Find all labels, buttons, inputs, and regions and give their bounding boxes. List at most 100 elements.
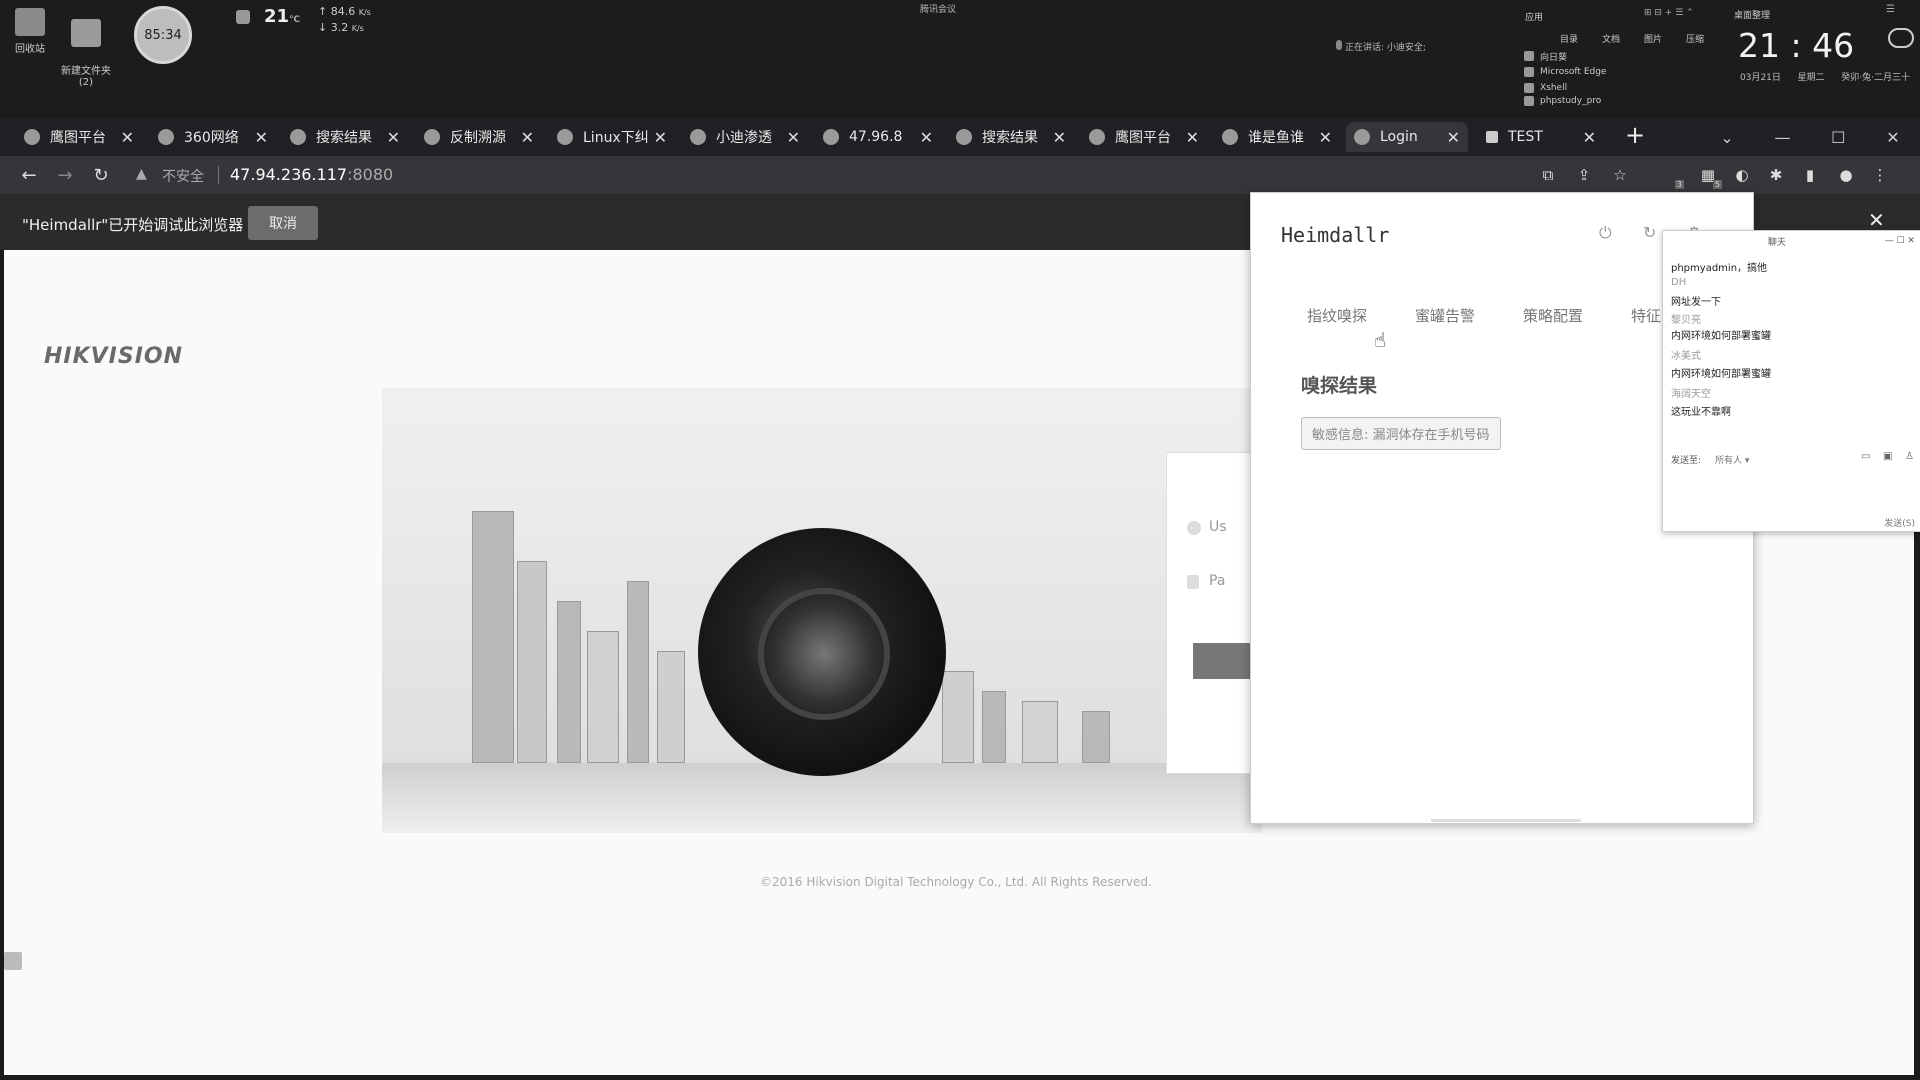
tab-honeypot-alert[interactable]: 蜜罐告警 <box>1415 305 1475 326</box>
meeting-app-title: 腾讯会议 <box>920 5 957 15</box>
chat-window-controls[interactable]: — ☐ ✕ <box>1885 236 1915 246</box>
tab-policy-config[interactable]: 策略配置 <box>1523 305 1583 326</box>
close-icon[interactable]: ✕ <box>1868 208 1885 232</box>
tab-label: 反制溯源 <box>450 130 506 146</box>
close-icon[interactable]: ✕ <box>521 128 534 147</box>
apps-category[interactable]: 图片 <box>1644 32 1662 45</box>
globe-icon <box>158 129 174 145</box>
url-field[interactable]: 47.94.236.117:8080 <box>230 165 393 184</box>
close-icon[interactable]: ✕ <box>1186 128 1199 147</box>
side-panel-icon[interactable]: ▮ <box>1800 165 1820 185</box>
desktop-organizer-menu-icon[interactable]: ☰ <box>1886 4 1895 15</box>
close-icon[interactable]: ✕ <box>1447 128 1460 147</box>
close-icon[interactable]: ✕ <box>121 128 134 147</box>
warning-icon[interactable]: ▲ <box>136 166 147 182</box>
extension-heimdallr-icon[interactable]: ▦ 5 <box>1698 165 1722 189</box>
close-icon[interactable]: ✕ <box>1053 128 1066 147</box>
browser-tab[interactable]: 360网络 ✕ <box>158 122 268 152</box>
password-input[interactable]: Pa <box>1209 573 1225 589</box>
new-folder-shortcut[interactable]: 新建文件夹 (2) <box>56 8 116 99</box>
cancel-debug-button[interactable]: 取消 <box>248 206 318 240</box>
browser-tab[interactable]: 搜索结果 ✕ <box>290 122 400 152</box>
recent-app-item[interactable]: Xshell <box>1524 80 1606 96</box>
close-icon[interactable]: ✕ <box>255 128 268 147</box>
browser-tab[interactable]: TEST ✕ <box>1486 122 1596 152</box>
user-icon <box>1187 521 1201 535</box>
close-icon[interactable]: ✕ <box>787 128 800 147</box>
date-label: 03月21日 <box>1740 73 1781 83</box>
tab-fingerprint-sniff[interactable]: 指纹嗅探 <box>1307 305 1367 326</box>
send-to-select[interactable]: 所有人 ▾ <box>1715 453 1749 466</box>
tab-search-chevron-icon[interactable]: ⌄ <box>1720 128 1733 147</box>
recent-app-item[interactable]: phpstudy_pro <box>1524 96 1606 106</box>
globe-icon <box>823 129 839 145</box>
power-icon[interactable]: ⏻ <box>1599 223 1612 243</box>
recycle-bin-shortcut[interactable]: 回收站 <box>0 8 60 55</box>
desktop-icon-label: 新建文件夹 (2) <box>61 66 111 88</box>
minimize-button[interactable]: — <box>1774 128 1790 147</box>
browser-tab[interactable]: Linux下纠 ✕ <box>557 122 667 152</box>
person-icon[interactable]: ♙ <box>1905 451 1914 462</box>
apps-category[interactable]: 目录 <box>1560 32 1578 45</box>
share-icon[interactable]: ⇪ <box>1574 165 1594 185</box>
globe-icon <box>690 129 706 145</box>
folder-icon[interactable]: ▭ <box>1861 451 1870 462</box>
apps-category[interactable]: 文档 <box>1602 32 1620 45</box>
extension-badge-icon[interactable]: 3 <box>1662 165 1684 189</box>
security-label[interactable]: 不安全 <box>162 166 204 186</box>
browser-tab[interactable]: 搜索结果 ✕ <box>956 122 1066 152</box>
skyscraper-shape <box>1022 701 1058 763</box>
browser-tab-active[interactable]: Login ✕ <box>1346 122 1468 152</box>
forward-button[interactable]: → <box>52 162 78 188</box>
bookmark-star-icon[interactable]: ☆ <box>1610 165 1630 185</box>
username-input[interactable]: Us <box>1209 519 1227 535</box>
close-window-button[interactable]: ✕ <box>1886 128 1899 147</box>
close-icon[interactable]: ✕ <box>1583 128 1596 147</box>
new-tab-button[interactable]: + <box>1620 118 1650 152</box>
speaking-indicator: 正在讲话: 小迪安全; <box>1345 43 1426 53</box>
apps-category[interactable]: 压缩 <box>1686 32 1704 45</box>
browser-tab[interactable]: 小迪渗透 ✕ <box>690 122 800 152</box>
recent-app-item[interactable]: 向日葵 <box>1524 48 1606 64</box>
chat-message: 内网环境如何部署蜜罐 <box>1671 369 1771 380</box>
menu-kebab-icon[interactable]: ⋮ <box>1870 165 1890 185</box>
close-icon[interactable]: ✕ <box>654 128 667 147</box>
tab-label: 47.96.8 <box>849 129 903 145</box>
apps-toolbar-icons[interactable]: ⊞ ⊟ + ☰ ⌃ <box>1644 8 1694 18</box>
browser-tab[interactable]: 47.96.8 ✕ <box>823 122 933 152</box>
screenshot-icon[interactable]: ▣ <box>1883 451 1892 462</box>
cpu-temperature: 21℃ <box>264 6 300 27</box>
microphone-icon <box>1336 40 1342 50</box>
back-button[interactable]: ← <box>16 162 42 188</box>
browser-tab[interactable]: 鹰图平台 ✕ <box>1089 122 1199 152</box>
close-icon[interactable]: ✕ <box>1319 128 1332 147</box>
extension-shield-icon[interactable]: ◐ <box>1732 165 1752 185</box>
skyscraper-shape <box>627 581 649 763</box>
extensions-puzzle-icon[interactable]: ✱ <box>1766 165 1786 185</box>
profile-avatar-icon[interactable]: ● <box>1836 165 1856 185</box>
tab-label: 鹰图平台 <box>1115 130 1171 146</box>
refresh-icon[interactable]: ↻ <box>1643 223 1656 242</box>
popup-scroll-indicator <box>1431 819 1581 822</box>
download-speed: 3.2 <box>330 21 349 34</box>
login-button[interactable] <box>1193 643 1257 679</box>
chat-send-button[interactable]: 发送(S) <box>1884 516 1915 529</box>
browser-tab[interactable]: 鹰图平台 ✕ <box>24 122 134 152</box>
close-icon[interactable]: ✕ <box>387 128 400 147</box>
chat-message-input[interactable] <box>1671 469 1911 505</box>
hikvision-logo: HIKVISION <box>44 344 184 369</box>
reload-button[interactable]: ↻ <box>88 162 114 188</box>
tab-features[interactable]: 特征 <box>1631 305 1661 326</box>
browser-tab[interactable]: 反制溯源 ✕ <box>424 122 534 152</box>
extension-badge-count: 3 <box>1674 180 1684 189</box>
send-to-label: 发送至: <box>1671 456 1702 466</box>
close-icon[interactable]: ✕ <box>920 128 933 147</box>
translate-icon[interactable]: ⧉ <box>1538 165 1558 185</box>
folder-icon <box>71 19 101 47</box>
sensitive-info-tag[interactable]: 敏感信息: 漏洞体存在手机号码 <box>1301 417 1501 450</box>
recent-app-item[interactable]: Microsoft Edge <box>1524 64 1606 80</box>
side-panel-toggle-icon[interactable] <box>4 952 22 970</box>
maximize-button[interactable]: ☐ <box>1831 128 1845 147</box>
browser-tab[interactable]: 谁是鱼谁 ✕ <box>1222 122 1332 152</box>
recent-app-label: 向日葵 <box>1540 52 1568 63</box>
